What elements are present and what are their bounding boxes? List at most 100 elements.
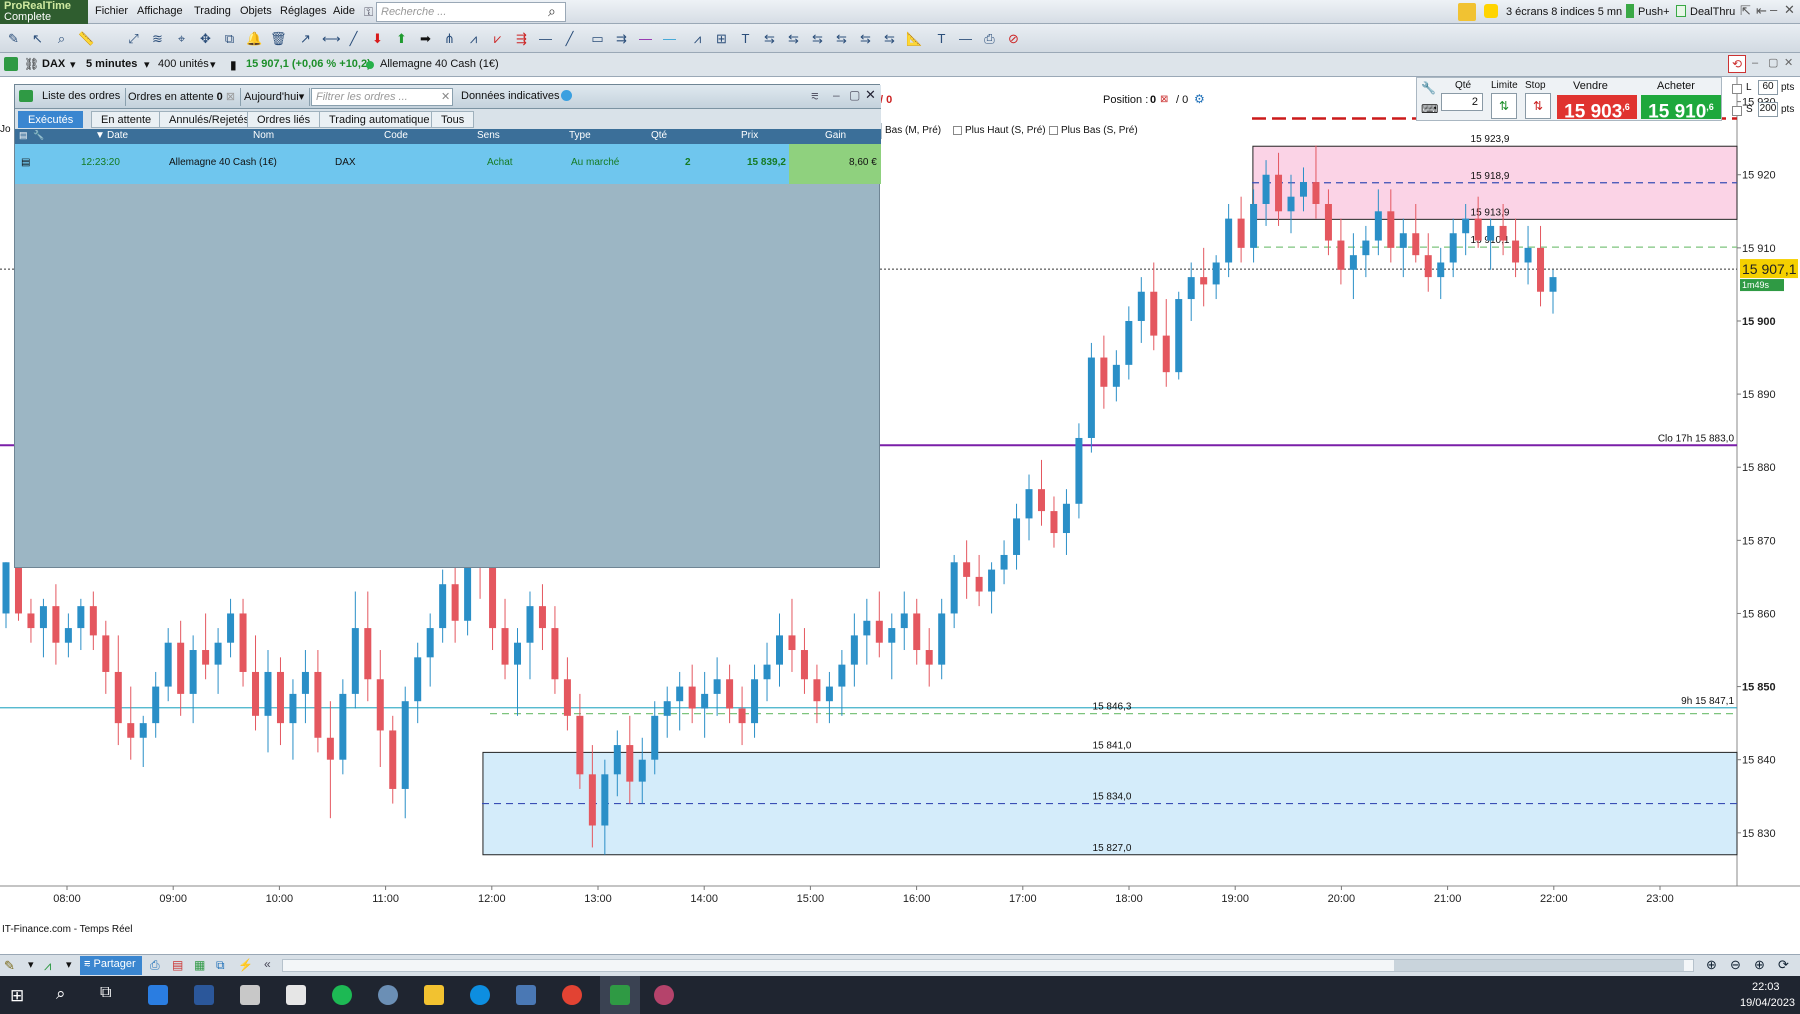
word-icon[interactable] bbox=[194, 985, 214, 1005]
limit-order-button[interactable]: ⇅ bbox=[1491, 93, 1517, 119]
screenshot-icon[interactable]: ⎙ bbox=[982, 31, 997, 46]
pencil-icon[interactable]: ✎ bbox=[6, 31, 21, 46]
sell-button[interactable]: 15 903,6 bbox=[1557, 95, 1637, 122]
arrow-group3-icon[interactable]: ⇆ bbox=[810, 31, 825, 46]
search-icon[interactable]: ⌕ bbox=[56, 984, 66, 1004]
maximize-chart-icon[interactable]: ▢ bbox=[1768, 56, 1778, 69]
menu-aide[interactable]: Aide bbox=[333, 5, 355, 17]
store-icon[interactable] bbox=[286, 985, 306, 1005]
sell-arrow-icon[interactable]: ⬇ bbox=[370, 31, 385, 46]
rectangle-tool-icon[interactable]: ▭ bbox=[590, 31, 605, 46]
copy-icon[interactable]: ⧉ bbox=[222, 31, 237, 46]
minimize-panel-icon[interactable]: – bbox=[833, 88, 840, 102]
right-arrow-icon[interactable]: ➡ bbox=[418, 31, 433, 46]
horizontal-line-icon[interactable]: ⇶ bbox=[514, 31, 529, 46]
drive-icon[interactable] bbox=[240, 985, 260, 1005]
line-icon[interactable]: ╱ bbox=[346, 31, 361, 46]
taskbar-app-icon[interactable] bbox=[148, 985, 168, 1005]
reset-zoom-icon[interactable]: ⟳ bbox=[1778, 957, 1789, 973]
flat-line-icon[interactable]: — bbox=[538, 31, 553, 46]
checkbox-icon[interactable] bbox=[1049, 126, 1058, 135]
indicator-tab-bas-m[interactable]: Bas (M, Pré) bbox=[885, 125, 941, 136]
pin-icon[interactable]: ⇱ bbox=[1740, 3, 1751, 19]
search-icon[interactable]: ⌕ bbox=[548, 3, 556, 20]
menu-objets[interactable]: Objets bbox=[240, 5, 272, 17]
s-pts-input[interactable]: 200 bbox=[1758, 102, 1778, 117]
fibonacci-icon[interactable]: ⋔ bbox=[442, 31, 457, 46]
wave-icon[interactable]: ⩘ bbox=[466, 31, 481, 46]
channel-icon[interactable]: ≋ bbox=[150, 31, 165, 46]
folder-icon[interactable] bbox=[424, 985, 444, 1005]
wrench-icon[interactable]: 🔧 bbox=[1421, 81, 1436, 95]
zone-icon[interactable]: ⊞ bbox=[714, 31, 729, 46]
search-input[interactable]: Recherche ... bbox=[376, 2, 566, 22]
settings-icon[interactable]: 🔧 bbox=[33, 130, 44, 141]
table-icon[interactable]: ▦ bbox=[194, 958, 205, 972]
export-icon[interactable]: ▤ bbox=[172, 958, 183, 972]
link-icon[interactable]: ⛓ bbox=[24, 57, 39, 71]
row-detail-icon[interactable]: ▤ bbox=[21, 157, 30, 168]
stop-s-checkbox[interactable] bbox=[1732, 106, 1742, 116]
arrow-group5-icon[interactable]: ⇆ bbox=[858, 31, 873, 46]
menu-fichier[interactable]: Fichier bbox=[95, 5, 128, 17]
checkbox-icon[interactable] bbox=[953, 126, 962, 135]
zoom-icon[interactable]: ⌕ bbox=[54, 31, 69, 46]
delete-all-icon[interactable]: ⊘ bbox=[1006, 31, 1021, 46]
columns-icon[interactable]: ▤ bbox=[19, 130, 28, 141]
windows-start-icon[interactable]: ⊞ bbox=[10, 986, 24, 1006]
scrollbar-thumb[interactable] bbox=[1394, 960, 1684, 971]
indicator-icon[interactable] bbox=[1458, 3, 1476, 21]
menu-affichage[interactable]: Affichage bbox=[137, 5, 183, 17]
tab-en-attente[interactable]: En attente bbox=[91, 111, 162, 128]
col-sens[interactable]: Sens bbox=[477, 130, 500, 141]
filter-orders-input[interactable]: Filtrer les ordres ... bbox=[311, 88, 453, 106]
tab-annules-rejetes[interactable]: Annulés/Rejetés bbox=[159, 111, 260, 128]
zoom-in-icon[interactable]: ⊕ bbox=[1754, 957, 1765, 973]
menu-reglages[interactable]: Réglages bbox=[280, 5, 326, 17]
ruler-icon[interactable]: 📏 bbox=[78, 31, 94, 46]
purple-line-icon[interactable]: — bbox=[638, 31, 653, 46]
timeframe-select[interactable]: 5 minutes bbox=[86, 58, 137, 70]
back-icon[interactable]: ⇤ bbox=[1756, 3, 1767, 19]
table-row[interactable]: ▤ 12:23:20 Allemagne 40 Cash (1€) DAX Ac… bbox=[15, 144, 881, 184]
refresh-icon[interactable]: ⟲ bbox=[1728, 55, 1746, 73]
rewind-icon[interactable]: « bbox=[264, 957, 271, 971]
tab-tous[interactable]: Tous bbox=[431, 111, 475, 128]
col-nom[interactable]: Nom bbox=[253, 130, 274, 141]
trash-icon[interactable]: 🗑 bbox=[270, 31, 287, 46]
chart-style-icon[interactable]: ⩘ bbox=[44, 958, 51, 974]
close-icon[interactable]: ✕ bbox=[1784, 2, 1795, 18]
buy-arrow-icon[interactable]: ⬆ bbox=[394, 31, 409, 46]
window-icon[interactable]: ⧉ bbox=[216, 958, 225, 973]
close-chart-icon[interactable]: ✕ bbox=[1784, 56, 1793, 69]
symbol-select[interactable]: DAX bbox=[42, 58, 65, 70]
col-date[interactable]: Date bbox=[107, 130, 128, 141]
segment-icon[interactable]: ⟷ bbox=[322, 31, 341, 46]
app-icon[interactable] bbox=[378, 985, 398, 1005]
pending-orders-button[interactable]: Ordres en attente 0 ⊠ bbox=[123, 88, 242, 106]
tab-ordres-lies[interactable]: Ordres liés bbox=[247, 111, 321, 128]
trend-tool-icon[interactable]: ⤢ bbox=[126, 31, 141, 46]
maximize-panel-icon[interactable]: ▢ bbox=[849, 88, 860, 102]
indicator-tab-plus-haut[interactable]: Plus Haut (S, Pré) bbox=[965, 125, 1046, 136]
mushroom-app-icon[interactable] bbox=[654, 985, 674, 1005]
zoom-out-icon[interactable]: ⊖ bbox=[1730, 957, 1741, 973]
col-qte[interactable]: Qté bbox=[651, 130, 667, 141]
skype-icon[interactable] bbox=[470, 985, 490, 1005]
push-label[interactable]: Push+ bbox=[1638, 6, 1670, 18]
minimize-chart-icon[interactable]: – bbox=[1752, 57, 1758, 69]
clear-filter-icon[interactable]: ✕ bbox=[441, 90, 450, 103]
indicator-icon[interactable]: ✎ bbox=[4, 958, 15, 974]
buy-button[interactable]: 15 910,6 bbox=[1641, 95, 1721, 122]
diagonal-icon[interactable]: ╱ bbox=[562, 31, 577, 46]
close-position-icon[interactable]: ⊠ bbox=[1160, 94, 1168, 105]
close-panel-icon[interactable]: ✕ bbox=[865, 87, 876, 103]
cyan-line-icon[interactable]: — bbox=[662, 31, 677, 46]
stop-order-button[interactable]: ⇅ bbox=[1525, 93, 1551, 119]
settings-icon[interactable]: ⚙ bbox=[1194, 92, 1205, 106]
text-icon[interactable]: T bbox=[738, 31, 753, 46]
zoom-fit-icon[interactable]: ⊕ bbox=[1706, 957, 1717, 973]
spotify-icon[interactable] bbox=[332, 985, 352, 1005]
layout-label[interactable]: 3 écrans 8 indices 5 mn bbox=[1506, 6, 1622, 18]
col-gain[interactable]: Gain bbox=[825, 130, 846, 141]
